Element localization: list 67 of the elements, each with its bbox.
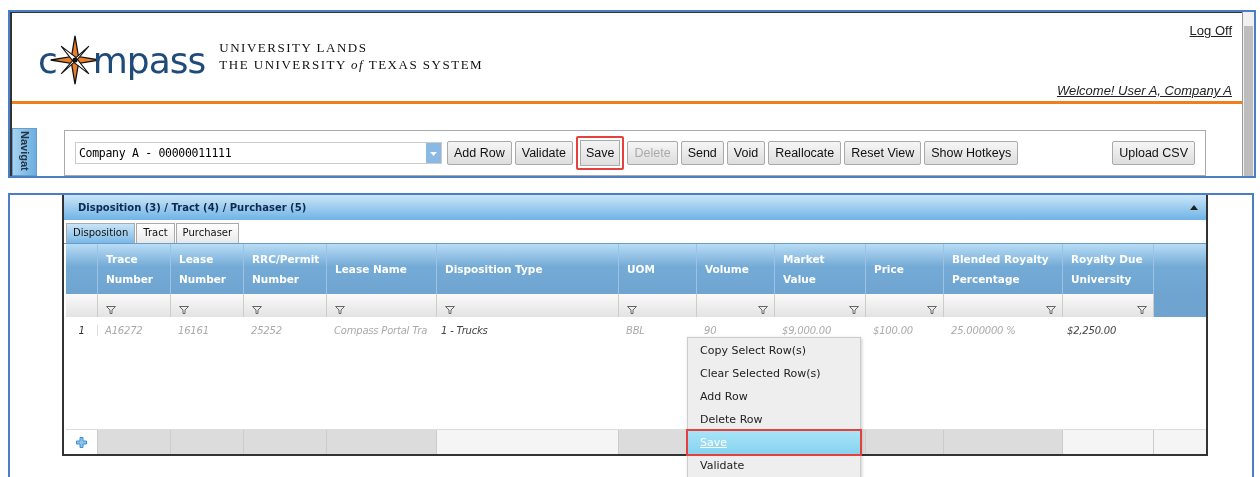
filter-cell[interactable]	[1063, 294, 1154, 317]
filter-cell[interactable]	[171, 294, 244, 317]
dropdown-icon[interactable]	[426, 143, 441, 163]
footer-cell	[1154, 430, 1206, 454]
tab[interactable]: Tract	[136, 223, 175, 243]
filter-cell[interactable]	[619, 294, 697, 317]
navigation-tab[interactable]: Navigat	[12, 128, 37, 176]
filter-icon[interactable]	[1046, 306, 1056, 314]
filter-cell	[66, 294, 98, 317]
logo-text: c	[38, 39, 57, 81]
toolbar-button[interactable]: Save	[576, 136, 625, 170]
menu-item[interactable]: Validate	[688, 454, 860, 477]
menu-item[interactable]: Copy Select Row(s)	[688, 339, 860, 362]
table-cell-text: 16161	[177, 324, 210, 336]
log-off-link[interactable]: Log Off	[1189, 23, 1232, 38]
filter-icon[interactable]	[106, 306, 116, 314]
filter-icon[interactable]	[335, 306, 345, 314]
filter-icon[interactable]	[627, 306, 637, 314]
filter-icon[interactable]	[1137, 306, 1147, 314]
table-cell-text: A16272	[103, 324, 144, 336]
table-cell-text: BBL	[625, 324, 646, 336]
filter-cell[interactable]	[944, 294, 1063, 317]
panel-title: Disposition (3) / Tract (4) / Purchaser (5)	[78, 202, 307, 213]
header-cell	[66, 244, 98, 294]
filter-icon[interactable]	[252, 306, 262, 314]
table-cell-text: 25.000000 %	[950, 324, 1017, 336]
table-cell-text: 90	[703, 324, 718, 336]
upload-csv-button[interactable]: Upload CSV	[1112, 141, 1195, 165]
filter-cell[interactable]	[98, 294, 171, 317]
filter-cell[interactable]	[866, 294, 944, 317]
logo-text: mpass	[92, 39, 206, 81]
filter-icon[interactable]	[758, 306, 768, 314]
org-name: UNIVERSITY LANDS	[219, 39, 369, 56]
toolbar-button[interactable]: Void	[726, 141, 766, 165]
toolbar-button[interactable]: Show Hotkeys	[924, 141, 1019, 165]
table-cell-text: $9,000.00	[781, 324, 833, 336]
filter-icon[interactable]	[927, 306, 937, 314]
filter-cell[interactable]	[437, 294, 619, 317]
menu-item[interactable]: Add Row	[688, 385, 860, 408]
filter-cell[interactable]	[775, 294, 866, 317]
table-cell-text: $2,250.00	[1066, 324, 1118, 336]
org-subtitle: THE UNIVERSITY of TEXAS SYSTEM	[219, 56, 484, 73]
menu-item[interactable]: Delete Row	[688, 408, 860, 431]
filter-cell[interactable]	[244, 294, 327, 317]
toolbar-button[interactable]: Add Row	[447, 141, 512, 165]
table-cell-text: $100.00	[872, 324, 914, 336]
company-select[interactable]: Company A - 00000011111	[75, 142, 442, 164]
filter-icon[interactable]	[179, 306, 189, 314]
add-icon[interactable]	[76, 436, 87, 448]
toolbar-button[interactable]: Reset View	[844, 141, 922, 165]
tab[interactable]: Disposition	[66, 223, 136, 243]
table-cell-text: 25252	[250, 324, 283, 336]
toolbar-button[interactable]: Send	[680, 141, 724, 165]
collapse-icon[interactable]	[1190, 205, 1198, 210]
scrollbar[interactable]	[1242, 12, 1254, 176]
filter-cell[interactable]	[327, 294, 437, 317]
menu-item[interactable]: Clear Selected Row(s)	[688, 362, 860, 385]
filter-icon[interactable]	[445, 306, 455, 314]
welcome-text: Welcome! User A, Company A	[1056, 83, 1232, 98]
tab[interactable]: Purchaser	[175, 223, 240, 243]
table-cell-text: Compass Portal Tra	[333, 324, 429, 336]
filter-icon[interactable]	[849, 306, 859, 314]
row-number: 1	[66, 324, 98, 336]
table-cell-text: 1 - Trucks	[440, 324, 489, 336]
toolbar-button[interactable]: Validate	[514, 141, 573, 165]
filter-cell[interactable]	[697, 294, 775, 317]
toolbar-button[interactable]: Reallocate	[768, 141, 842, 165]
